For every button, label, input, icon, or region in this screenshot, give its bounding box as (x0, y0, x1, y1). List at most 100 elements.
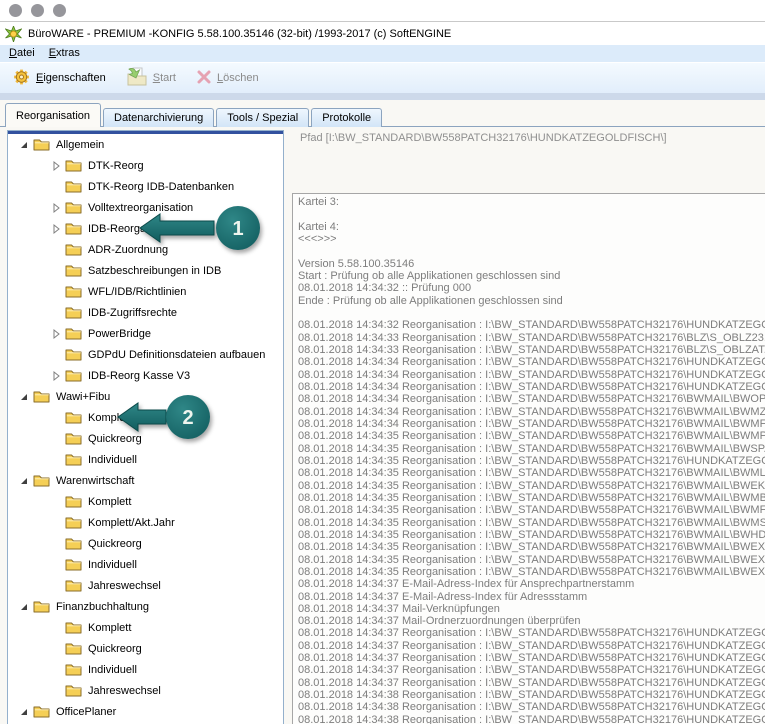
log-line: 08.01.2018 14:34:38 Reorganisation : I:\… (298, 689, 765, 701)
log-line: 08.01.2018 14:34:37 Reorganisation : I:\… (298, 677, 765, 689)
expand-icon[interactable] (50, 160, 63, 172)
tab-bar: ReorganisationDatenarchivierungTools / S… (5, 104, 384, 127)
log-line (298, 245, 765, 257)
tree-item-allgemein[interactable]: Allgemein (8, 134, 283, 155)
tree-item-idb-reorg-kasse-v3[interactable]: IDB-Reorg Kasse V3 (8, 365, 283, 386)
expander-placeholder (50, 244, 63, 256)
tree-item-powerbridge[interactable]: PowerBridge (8, 323, 283, 344)
expander-placeholder (50, 685, 63, 697)
folder-icon (65, 264, 82, 277)
expand-icon[interactable] (50, 223, 63, 235)
tree-item-jahreswechsel[interactable]: Jahreswechsel (8, 680, 283, 701)
log-line: 08.01.2018 14:34:34 Reorganisation : I:\… (298, 381, 765, 393)
tree-item-gdpdu-definitionsdateien-aufbauen[interactable]: GDPdU Definitionsdateien aufbauen (8, 344, 283, 365)
tree-item-label: OfficePlaner (56, 706, 116, 718)
callout-arrow (118, 403, 166, 431)
tree-item-idb-zugriffsrechte[interactable]: IDB-Zugriffsrechte (8, 302, 283, 323)
tree-item-individuell[interactable]: Individuell (8, 554, 283, 575)
tree-item-label: Komplett (88, 496, 131, 508)
collapse-icon[interactable] (18, 601, 31, 613)
expand-icon[interactable] (50, 328, 63, 340)
tree-item-dtk-reorg-idb-datenbanken[interactable]: DTK-Reorg IDB-Datenbanken (8, 176, 283, 197)
tree-item-label: Allgemein (56, 139, 104, 151)
tree-item-satzbeschreibungen-in-idb[interactable]: Satzbeschreibungen in IDB (8, 260, 283, 281)
folder-icon (65, 306, 82, 319)
tree-item-individuell[interactable]: Individuell (8, 659, 283, 680)
tree-item-quickreorg[interactable]: Quickreorg (8, 533, 283, 554)
tree-item-warenwirtschaft[interactable]: Warenwirtschaft (8, 470, 283, 491)
collapse-icon[interactable] (18, 139, 31, 151)
window-control-dot[interactable] (9, 4, 22, 17)
log-line: 08.01.2018 14:34:35 Reorganisation : I:\… (298, 443, 765, 455)
menu-item-datei[interactable]: Datei (4, 46, 44, 61)
collapse-icon[interactable] (18, 475, 31, 487)
tree-item-individuell[interactable]: Individuell (8, 449, 283, 470)
collapse-icon[interactable] (18, 706, 31, 718)
folder-icon (65, 642, 82, 655)
toolbar-button-label: Start (153, 72, 176, 84)
expander-placeholder (50, 265, 63, 277)
tree-item-dtk-reorg[interactable]: DTK-Reorg (8, 155, 283, 176)
expander-placeholder (50, 664, 63, 676)
eigenschaften-button[interactable]: Eigenschaften (9, 66, 109, 91)
log-line: 08.01.2018 14:34:35 Reorganisation : I:\… (298, 566, 765, 578)
tree-item-label: GDPdU Definitionsdateien aufbauen (88, 349, 265, 361)
menu-bar: DateiExtras (0, 45, 765, 62)
delete-x-icon (196, 69, 212, 88)
tab-protokolle[interactable]: Protokolle (311, 108, 382, 127)
log-line (298, 208, 765, 220)
tree-item-quickreorg[interactable]: Quickreorg (8, 638, 283, 659)
log-line: Ende : Prüfung ob alle Applikationen ges… (298, 295, 765, 307)
expand-icon[interactable] (50, 370, 63, 382)
toolbar: Eigenschaften Start Löschen (0, 62, 765, 93)
tree-item-label: Finanzbuchhaltung (56, 601, 149, 613)
tree-item-komplett-akt-jahr[interactable]: Komplett/Akt.Jahr (8, 512, 283, 533)
tree-item-label: WFL/IDB/Richtlinien (88, 286, 186, 298)
callout-1-annotation: 1 (138, 199, 264, 260)
log-line: 08.01.2018 14:34:35 Reorganisation : I:\… (298, 480, 765, 492)
log-line: 08.01.2018 14:34:35 Reorganisation : I:\… (298, 492, 765, 504)
callout-arrow (140, 214, 214, 242)
tree-item-officeplaner[interactable]: OfficePlaner (8, 701, 283, 722)
window-control-dot[interactable] (31, 4, 44, 17)
l-schen-button[interactable]: Löschen (193, 67, 262, 90)
tree-item-label: IDB-Reorg Kasse V3 (88, 370, 190, 382)
log-line: 08.01.2018 14:34:33 Reorganisation : I:\… (298, 332, 765, 344)
expand-icon[interactable] (50, 202, 63, 214)
tree-item-label: Jahreswechsel (88, 685, 161, 697)
tab-tools-spezial[interactable]: Tools / Spezial (216, 108, 309, 127)
tab-reorganisation[interactable]: Reorganisation (5, 103, 101, 127)
log-line: 08.01.2018 14:34:37 E-Mail-Adress-Index … (298, 578, 765, 590)
tree-item-finanzbuchhaltung[interactable]: Finanzbuchhaltung (8, 596, 283, 617)
folder-icon (33, 705, 50, 718)
svg-text:1: 1 (232, 218, 243, 240)
folder-icon (65, 180, 82, 193)
folder-icon (65, 201, 82, 214)
folder-icon (65, 159, 82, 172)
menu-item-extras[interactable]: Extras (44, 46, 89, 61)
log-output[interactable]: Kartei 3: Kartei 4:<<<>>> Version 5.58.1… (292, 193, 765, 724)
log-line: 08.01.2018 14:34:35 Reorganisation : I:\… (298, 430, 765, 442)
gear-icon (12, 68, 31, 89)
folder-icon (33, 390, 50, 403)
collapse-icon[interactable] (18, 391, 31, 403)
folder-icon (65, 495, 82, 508)
tree-item-jahreswechsel[interactable]: Jahreswechsel (8, 575, 283, 596)
tree-item-komplett[interactable]: Komplett (8, 617, 283, 638)
tab-datenarchivierung[interactable]: Datenarchivierung (103, 108, 214, 127)
tree-item-label: Satzbeschreibungen in IDB (88, 265, 221, 277)
start-button[interactable]: Start (123, 65, 179, 91)
log-line (298, 307, 765, 319)
folder-icon (33, 138, 50, 151)
log-line: 08.01.2018 14:34:37 Reorganisation : I:\… (298, 627, 765, 639)
folder-icon (65, 537, 82, 550)
log-line: 08.01.2018 14:34:34 Reorganisation : I:\… (298, 369, 765, 381)
tree-item-wfl-idb-richtlinien[interactable]: WFL/IDB/Richtlinien (8, 281, 283, 302)
tree-item-label: Komplett (88, 622, 131, 634)
toolbar-button-label: Eigenschaften (36, 72, 106, 84)
tree-item-label: PowerBridge (88, 328, 151, 340)
log-line: 08.01.2018 14:34:37 Mail-Verknüpfungen (298, 603, 765, 615)
tree-item-label: Quickreorg (88, 643, 142, 655)
window-control-dot[interactable] (53, 4, 66, 17)
tree-item-komplett[interactable]: Komplett (8, 491, 283, 512)
